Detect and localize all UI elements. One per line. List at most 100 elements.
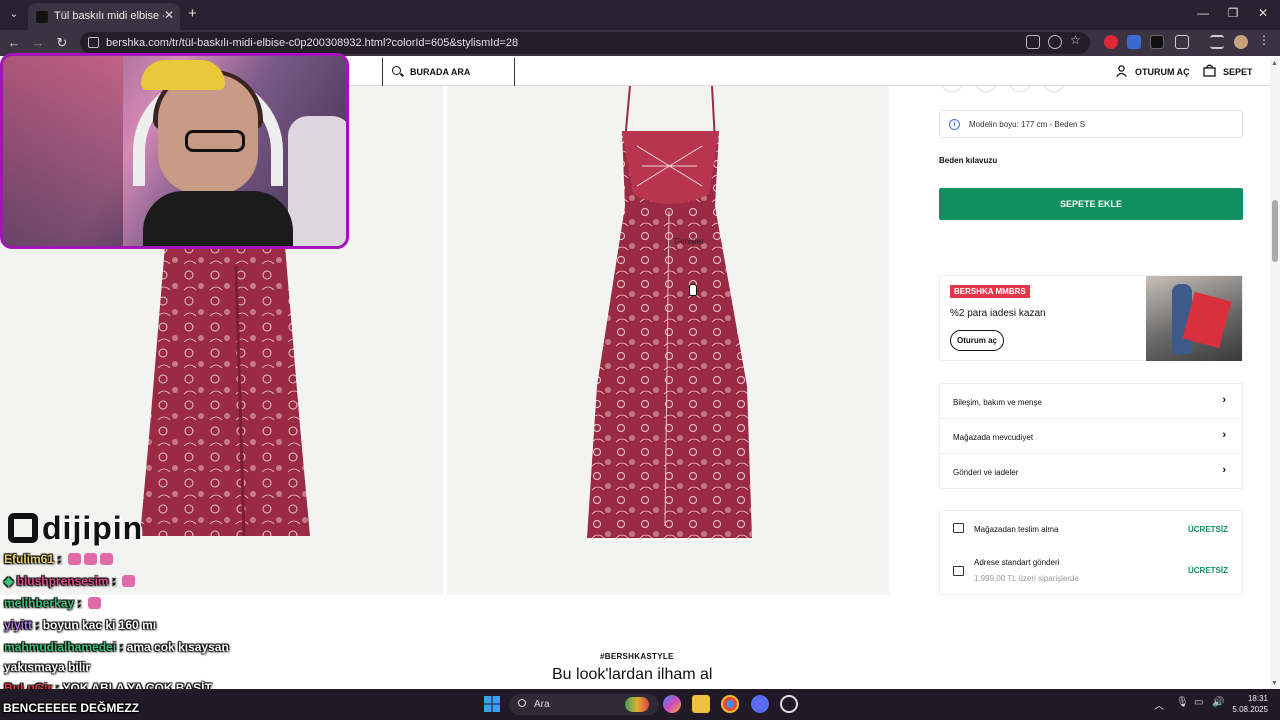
chevron-right-icon: › <box>1222 429 1226 441</box>
home-delivery-note: 1.999,00 TL üzeri siparişlerde <box>974 574 1079 583</box>
browser-menu-icon[interactable]: ⋮ <box>1258 33 1272 47</box>
tab-search-icon[interactable]: ⌄ <box>6 6 22 22</box>
extension-dark-icon[interactable] <box>1150 35 1164 49</box>
accordion-shipping-returns[interactable]: Gönderi ve iadeler › <box>940 454 1242 489</box>
search-icon <box>392 66 401 75</box>
tray-chevron-icon[interactable]: ︿ <box>1154 697 1164 712</box>
profile-avatar[interactable] <box>1234 35 1248 49</box>
file-explorer-icon[interactable] <box>692 695 710 713</box>
accordion-composition[interactable]: Bileşim, bakım ve menşe › <box>940 384 1242 419</box>
accordion-label: Bileşim, bakım ve menşe <box>953 398 1042 407</box>
scroll-down-icon[interactable]: ▼ <box>1271 680 1278 687</box>
scrollbar-thumb[interactable] <box>1272 200 1278 262</box>
chat-username: blushprensesim <box>16 574 109 588</box>
cart-label: SEPET <box>1223 67 1253 77</box>
taskbar-search-label: Ara <box>534 699 550 710</box>
product-details-accordion: Bileşim, bakım ve menşe › Mağazada mevcu… <box>939 383 1243 489</box>
dress-back-image <box>587 85 752 538</box>
accordion-store-availability[interactable]: Mağazada mevcudiyet › <box>940 419 1242 454</box>
chat-message: BENCEEEEE DEĞMEZZ <box>3 701 139 715</box>
address-bar[interactable]: bershka.com/tr/tül-baskılı-midi-elbise-c… <box>80 32 1090 54</box>
search-label: BURADA ARA <box>410 67 471 77</box>
reload-icon[interactable]: ↻ <box>54 35 70 51</box>
system-clock[interactable]: 18:31 5.08.2025 <box>1232 693 1268 715</box>
size-guide-link[interactable]: Beden kılavuzu <box>939 156 997 165</box>
page-scrollbar[interactable] <box>1270 58 1280 689</box>
chat-username: yiyitt <box>4 618 33 632</box>
chat-message: ◆ blushprensesim : <box>4 574 136 588</box>
dijipin-logo-icon <box>8 513 38 543</box>
chevron-right-icon: › <box>1222 464 1226 476</box>
plush-toy <box>141 60 225 90</box>
site-info-icon[interactable] <box>88 37 99 48</box>
search-icon <box>518 699 526 707</box>
chat-username: mahmudialhamedei <box>4 640 117 654</box>
brand-name: dijipin <box>42 510 144 546</box>
chat-emote-icon <box>122 575 136 587</box>
close-tab-icon[interactable]: ✕ <box>164 8 174 22</box>
bershka-favicon-icon <box>36 11 48 23</box>
members-badge: BERSHKA MMBRS <box>950 285 1030 298</box>
store-pickup-label: Mağazadan teslim alma <box>974 525 1059 534</box>
store-pickup-price: ÜCRETSİZ <box>1188 525 1228 534</box>
eye-off-icon[interactable] <box>1048 35 1062 49</box>
network-icon[interactable]: ▭ <box>1194 697 1203 708</box>
chrome-icon[interactable] <box>721 695 739 713</box>
section-hashtag: #BERSHKASTYLE <box>600 652 674 661</box>
microphone-icon[interactable]: 🎙 <box>1176 697 1189 708</box>
delivery-options: Mağazadan teslim alma ÜCRETSİZ Adrese st… <box>939 510 1243 595</box>
tab-title: Tül baskılı midi elbise - Elbise ve <box>54 10 164 22</box>
copilot-icon[interactable] <box>663 695 681 713</box>
search-button[interactable]: BURADA ARA <box>382 58 515 86</box>
cast-icon[interactable] <box>1026 35 1040 49</box>
browser-tab[interactable]: Tül baskılı midi elbise - Elbise ve ✕ <box>28 3 180 30</box>
screen: ⌄ Tül baskılı midi elbise - Elbise ve ✕ … <box>0 0 1280 720</box>
clock-date: 5.08.2025 <box>1232 705 1268 714</box>
chat-text: BENCEEEEE DEĞMEZZ <box>3 701 140 715</box>
chat-emote-icon <box>83 553 97 565</box>
extension-red-icon[interactable] <box>1104 35 1118 49</box>
model-info-text: Modelin boyu: 177 cm - Beden S <box>969 120 1086 129</box>
reading-list-icon[interactable] <box>1210 35 1224 49</box>
bookmark-star-icon[interactable]: ☆ <box>1070 33 1084 47</box>
chat-emote-icon <box>99 553 113 565</box>
chat-message: yiyitt : boyun kac ki 160 mı <box>4 618 157 632</box>
truck-icon <box>953 566 964 576</box>
section-title: Bu look'lardan ilham al <box>552 666 713 683</box>
maximize-icon[interactable]: ❐ <box>1218 6 1248 20</box>
chat-message: melihberkay : <box>4 596 101 610</box>
members-login-button[interactable]: Oturum aç <box>950 330 1005 351</box>
user-icon <box>1116 65 1127 77</box>
chat-username: melihberkay <box>4 596 75 610</box>
chat-username: Efulim61 <box>4 552 55 566</box>
add-to-cart-button[interactable]: SEPETE EKLE <box>939 188 1243 220</box>
chat-message: Efulim61 : <box>4 552 113 566</box>
windows-start-icon[interactable] <box>483 695 501 713</box>
members-banner: BERSHKA MMBRS %2 para iadesi kazan Oturu… <box>939 275 1243 361</box>
stream-brand-logo: dijipin <box>8 510 143 547</box>
chevron-right-icon: › <box>1222 394 1226 406</box>
discord-icon[interactable] <box>751 695 769 713</box>
login-label: OTURUM AÇ <box>1135 67 1190 77</box>
members-promo-image <box>1146 276 1242 361</box>
chat-text: yakısmaya bilir <box>4 660 91 674</box>
model-info-box: i Modelin boyu: 177 cm - Beden S <box>939 110 1243 138</box>
app-icon[interactable] <box>780 695 798 713</box>
extension-blue-icon[interactable] <box>1127 35 1141 49</box>
cashback-text: %2 para iadesi kazan <box>950 308 1046 319</box>
product-image-back[interactable] <box>447 85 889 595</box>
extensions-icon[interactable] <box>1175 35 1189 49</box>
scroll-up-icon[interactable]: ▲ <box>1271 60 1278 67</box>
store-icon <box>953 523 964 533</box>
new-tab-icon[interactable]: + <box>188 5 197 22</box>
home-delivery-price: ÜCRETSİZ <box>1188 566 1228 575</box>
chat-text: boyun kac ki 160 mı <box>42 618 157 632</box>
accordion-label: Mağazada mevcudiyet <box>953 433 1034 442</box>
widgets-icon[interactable] <box>625 697 649 712</box>
clock-time: 18:31 <box>1247 694 1268 703</box>
minimize-icon[interactable]: — <box>1188 6 1218 20</box>
back-icon[interactable]: ← <box>6 35 22 50</box>
volume-icon[interactable]: 🔊 <box>1212 697 1224 708</box>
close-window-icon[interactable]: ✕ <box>1248 6 1278 20</box>
forward-icon[interactable]: → <box>30 35 46 50</box>
